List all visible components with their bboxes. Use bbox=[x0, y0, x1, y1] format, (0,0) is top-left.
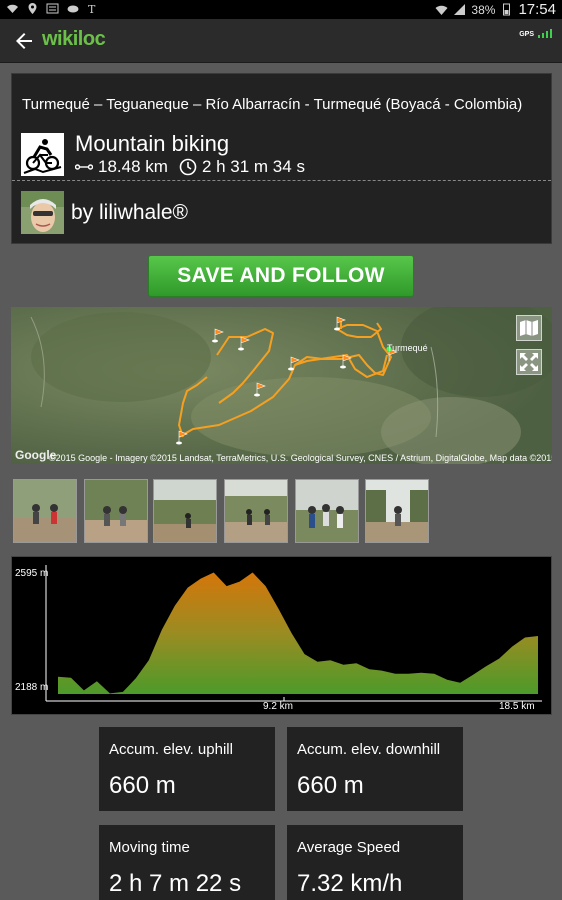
wikiloc-logo: wikiloc bbox=[42, 28, 106, 50]
satellite-imagery bbox=[11, 307, 552, 464]
cell-signal-icon bbox=[454, 4, 466, 15]
elevation-plot bbox=[45, 565, 542, 702]
author-name[interactable]: by liliwhale® bbox=[71, 201, 188, 225]
clock: 17:54 bbox=[518, 1, 556, 18]
stat-label: Accum. elev. downhill bbox=[297, 741, 441, 758]
status-bar: T 38% 17:54 bbox=[0, 0, 562, 19]
photo-thumbnail[interactable] bbox=[153, 479, 217, 543]
map-place-label: Turmequé bbox=[387, 343, 428, 353]
save-and-follow-button[interactable]: SAVE AND FOLLOW bbox=[148, 255, 414, 297]
distance-duration: 18.48 km 2 h 31 m 34 s bbox=[75, 157, 305, 177]
clock-icon bbox=[179, 158, 197, 176]
stat-value: 2 h 7 m 22 s bbox=[109, 870, 242, 897]
photo-thumbnail[interactable] bbox=[295, 479, 359, 543]
stat-card-uphill: Accum. elev. uphill 660 m bbox=[99, 727, 275, 811]
photo-thumbnail[interactable] bbox=[13, 479, 77, 543]
fullscreen-button[interactable] bbox=[516, 349, 542, 375]
trail-title: Turmequé – Teguaneque – Río Albarracín -… bbox=[22, 96, 523, 113]
photo-thumbnail[interactable] bbox=[365, 479, 429, 543]
stat-card-moving-time: Moving time 2 h 7 m 22 s bbox=[99, 825, 275, 900]
stat-card-downhill: Accum. elev. downhill 660 m bbox=[287, 727, 463, 811]
map-type-icon bbox=[520, 320, 538, 336]
wifi-signal-icon bbox=[435, 5, 448, 15]
location-icon bbox=[28, 3, 37, 14]
weather-icon bbox=[67, 5, 79, 13]
stat-value: 7.32 km/h bbox=[297, 870, 403, 897]
photo-thumbnail[interactable] bbox=[84, 479, 148, 543]
x-tick-mid: 9.2 km bbox=[263, 701, 294, 712]
wifi-icon bbox=[7, 4, 18, 13]
battery-percent: 38% bbox=[471, 2, 496, 17]
elevation-area bbox=[58, 572, 538, 694]
app-bar: wikiloc GPS bbox=[0, 19, 562, 63]
duration-value: 2 h 31 m 34 s bbox=[201, 157, 305, 176]
x-tick-max: 18.5 km bbox=[499, 701, 535, 712]
divider bbox=[12, 180, 551, 181]
nyt-icon: T bbox=[88, 3, 96, 15]
map-attribution: ©2015 Google - Imagery ©2015 Landsat, Te… bbox=[49, 453, 552, 463]
mountain-biking-icon bbox=[21, 133, 64, 176]
stat-label: Accum. elev. uphill bbox=[109, 741, 233, 758]
y-tick-max: 2595 m bbox=[15, 568, 49, 579]
battery-icon bbox=[503, 3, 511, 16]
svg-text:T: T bbox=[88, 3, 96, 15]
trail-map[interactable]: Turmequé Google ©2015 Google - Imagery ©… bbox=[11, 307, 552, 464]
activity-name: Mountain biking bbox=[75, 131, 230, 156]
stat-value: 660 m bbox=[109, 772, 176, 799]
stat-label: Average Speed bbox=[297, 839, 401, 856]
gps-indicator: GPS bbox=[519, 29, 552, 38]
gps-label: GPS bbox=[519, 31, 534, 38]
elevation-profile-chart: 2595 m 2188 m 9.2 km 18.5 km bbox=[11, 556, 552, 715]
stat-value: 660 m bbox=[297, 772, 364, 799]
map-layers-button[interactable] bbox=[516, 315, 542, 341]
fullscreen-icon bbox=[520, 353, 538, 371]
distance-value: 18.48 km bbox=[98, 157, 168, 176]
news-icon bbox=[46, 3, 59, 14]
stat-label: Moving time bbox=[109, 839, 190, 856]
author-avatar[interactable] bbox=[21, 191, 64, 234]
photo-thumbnail[interactable] bbox=[224, 479, 288, 543]
stat-card-average-speed: Average Speed 7.32 km/h bbox=[287, 825, 463, 900]
back-arrow-icon[interactable] bbox=[12, 29, 36, 53]
distance-icon bbox=[75, 164, 93, 170]
trail-info-card: Turmequé – Teguaneque – Río Albarracín -… bbox=[11, 73, 552, 244]
y-tick-min: 2188 m bbox=[15, 682, 49, 693]
